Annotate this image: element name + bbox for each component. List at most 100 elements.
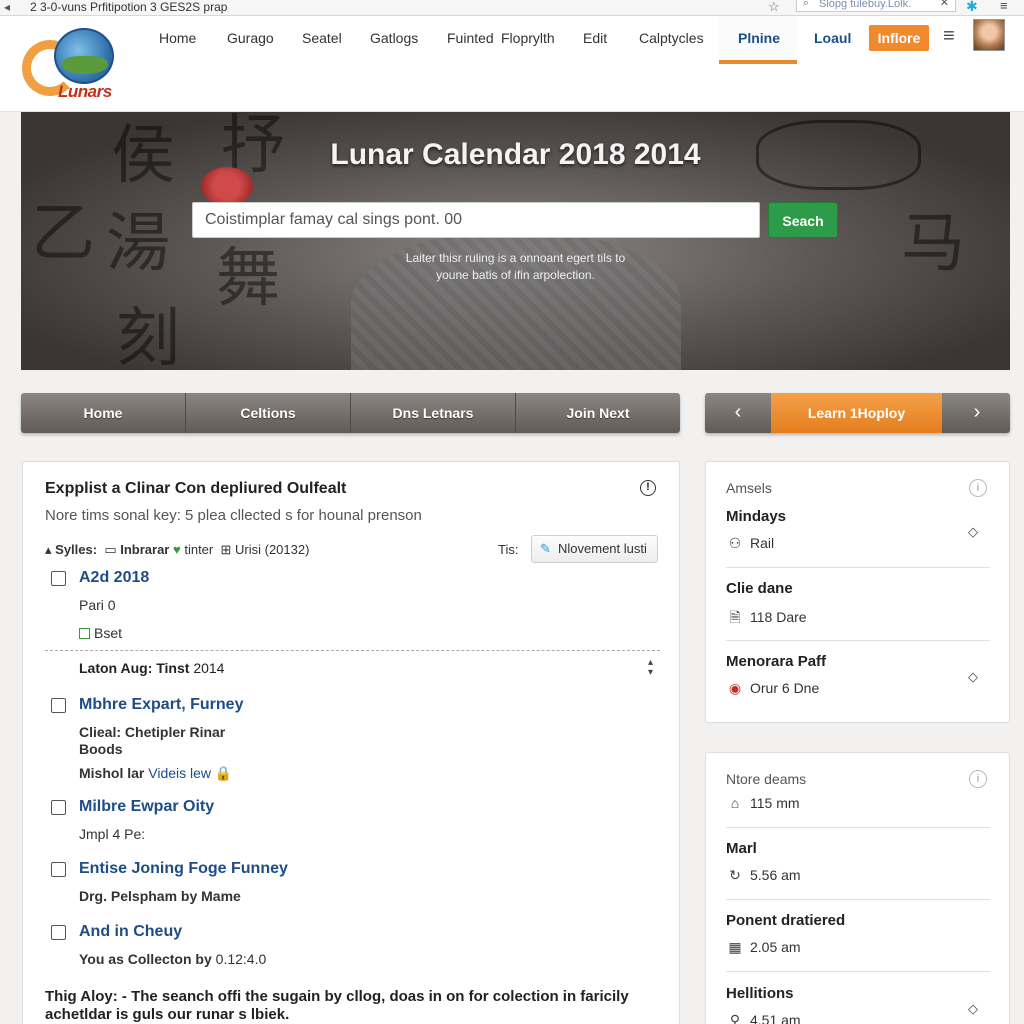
item-title[interactable]: And in Cheuy (79, 923, 182, 941)
item-title[interactable]: A2d 2018 (79, 569, 149, 587)
curl-icon: ↻ (729, 867, 741, 883)
hero-subtitle: Laiter thisr ruling is a onnoant egert t… (21, 250, 1010, 284)
load-link[interactable]: Loaul (814, 30, 851, 46)
tab-dns-letnars[interactable]: Dns Letnars (351, 393, 516, 433)
divider (726, 567, 990, 568)
info-icon[interactable]: ! (640, 480, 656, 496)
filter-inbrarar[interactable]: Inbrarar (120, 542, 169, 557)
sort-triangle-icon[interactable]: ▴ (45, 542, 52, 557)
diamond-icon[interactable]: ◇ (968, 524, 978, 540)
side-row-name: Hellitions (726, 985, 794, 1002)
browser-back-icon[interactable]: ◂ (4, 0, 10, 14)
hero-search-input[interactable]: Coistimplar famay cal sings pont. 00 (192, 202, 760, 238)
checkbox[interactable] (51, 800, 66, 815)
nav-item-plnine[interactable]: Plnine (738, 30, 780, 46)
sort-arrows-icon[interactable]: ▴ ▾ (648, 658, 653, 678)
checkbox[interactable] (51, 925, 66, 940)
side-row-name: Marl (726, 840, 757, 857)
close-icon[interactable]: ✕ (940, 0, 949, 9)
bookmark-star-icon[interactable]: ☆ (768, 0, 780, 15)
diamond-icon[interactable]: ◇ (968, 1001, 978, 1017)
checkbox[interactable] (51, 862, 66, 877)
movement-button[interactable]: ✎ Nlovement lusti (531, 535, 658, 563)
record-icon: ◉ (728, 680, 742, 696)
hero-search-button[interactable]: Seach (768, 202, 838, 238)
movement-button-label: Nlovement lusti (558, 541, 647, 556)
item-meta: Boods (79, 741, 123, 757)
hamburger-menu-icon[interactable]: ≡ (943, 25, 955, 48)
side-row-value-text: 5.56 am (750, 867, 801, 883)
nav-item-calptycles[interactable]: Calptycles (639, 30, 704, 46)
item-title[interactable]: Entise Joning Foge Funney (79, 860, 288, 878)
browser-menu-icon[interactable]: ≡ (1000, 0, 1008, 13)
tab-join-next[interactable]: Join Next (516, 393, 680, 433)
filter-count[interactable]: Urisi (20132) (235, 542, 309, 557)
filter-tinter[interactable]: tinter (184, 542, 213, 557)
card-title: Expplist a Clinar Con depliured Oulfealt (45, 480, 347, 497)
item-link[interactable]: Videis lew (148, 765, 211, 781)
side-row-value-text: 2.05 am (750, 939, 801, 955)
next-arrow-icon[interactable]: › (944, 393, 1010, 433)
search-icon: ⌕ (803, 0, 810, 9)
user-avatar[interactable] (973, 19, 1005, 51)
side-row-name: Mindays (726, 508, 787, 525)
footer-note-line: Thig Aloy: - The seanch offi the sugain … (45, 988, 629, 1005)
item-author: Mishol lar (79, 765, 145, 781)
item-title[interactable]: Mbhre Expart, Furney (79, 696, 243, 714)
nav-item-home[interactable]: Home (159, 30, 196, 46)
nav-item-edit[interactable]: Edit (583, 30, 607, 46)
section-heading-year: 2014 (193, 660, 225, 676)
item-meta: Clieal: Chetipler Rinar (79, 724, 226, 740)
browser-search-box[interactable]: ⌕ Slopg tulebuy.Lolk. ✕ (796, 0, 956, 12)
site-logo[interactable]: Lunars (22, 26, 122, 106)
browser-tab-title[interactable]: 2 3-0-vuns Prfitipotion 3 GES2S prap (30, 0, 227, 14)
side-panel-heading: Amsels (726, 480, 772, 496)
tab-home[interactable]: Home (21, 393, 186, 433)
filter-bar: ▴ Sylles: ▭ Inbrarar ♥ tinter ⊞ Urisi (2… (45, 542, 309, 558)
nav-item-floprylth[interactable]: Floprylth (501, 30, 555, 46)
divider (45, 650, 660, 651)
side-row-value: ⚲ 4.51 am (726, 1012, 801, 1024)
hat-icon: ⌂ (730, 795, 740, 811)
person-icon: ⚇ (728, 535, 742, 551)
side-row-name: Ponent dratiered (726, 912, 846, 929)
side-row-value: 🗎 118 Dare (726, 607, 807, 631)
extension-icon[interactable]: ✱ (966, 0, 978, 15)
filter-syles[interactable]: Sylles: (55, 542, 97, 557)
document-icon: 🗎 (729, 609, 741, 625)
nav-item-gatlogs[interactable]: Gatlogs (370, 30, 418, 46)
inflore-button[interactable]: Inflore (869, 25, 929, 51)
browser-toolbar: ◂ 2 3-0-vuns Prfitipotion 3 GES2S prap ☆… (0, 0, 1024, 16)
side-row-value-text: Orur 6 Dne (750, 680, 820, 696)
item-status: Bset (94, 625, 123, 641)
diamond-icon[interactable]: ◇ (968, 669, 978, 685)
lock-icon: 🔒 (214, 765, 233, 781)
divider (726, 899, 990, 900)
nav-item-fuinted[interactable]: Fuinted (447, 30, 494, 46)
hero-subtitle-line: youne batis of ifin arpolection. (436, 268, 595, 282)
side-panel-heading: Ntore deams (726, 771, 807, 787)
tab-celtions[interactable]: Celtions (186, 393, 351, 433)
side-row-value: ↻ 5.56 am (726, 867, 801, 884)
prev-arrow-icon[interactable]: ‹ (705, 393, 771, 433)
side-row-value-text: 118 Dare (750, 609, 807, 625)
item-owner: You as Collecton by (79, 951, 212, 967)
info-icon[interactable]: i (969, 479, 987, 497)
checkbox[interactable] (51, 571, 66, 586)
item-meta: Pari 0 (79, 597, 116, 613)
browser-search-placeholder: Slopg tulebuy.Lolk. (819, 0, 912, 10)
side-row-name: Clie dane (726, 580, 793, 597)
check-icon: ♥ (173, 542, 181, 557)
checkbox[interactable] (51, 698, 66, 713)
nav-item-seatel[interactable]: Seatel (302, 30, 342, 46)
side-row-value-text: 115 mm (750, 795, 800, 811)
learn-button[interactable]: Learn 1Hoploy (771, 393, 942, 433)
item-title[interactable]: Milbre Ewpar Oity (79, 798, 214, 816)
flower-decoration (201, 167, 253, 205)
info-icon[interactable]: i (969, 770, 987, 788)
nav-item-gurago[interactable]: Gurago (227, 30, 274, 46)
side-row-value: ⌂ 115 mm (726, 795, 800, 811)
pager: ‹ Learn 1Hoploy › (705, 393, 1010, 433)
logo-text: Lunars (58, 82, 112, 101)
section-heading: Laton Aug: Tinst 2014 (79, 660, 224, 676)
